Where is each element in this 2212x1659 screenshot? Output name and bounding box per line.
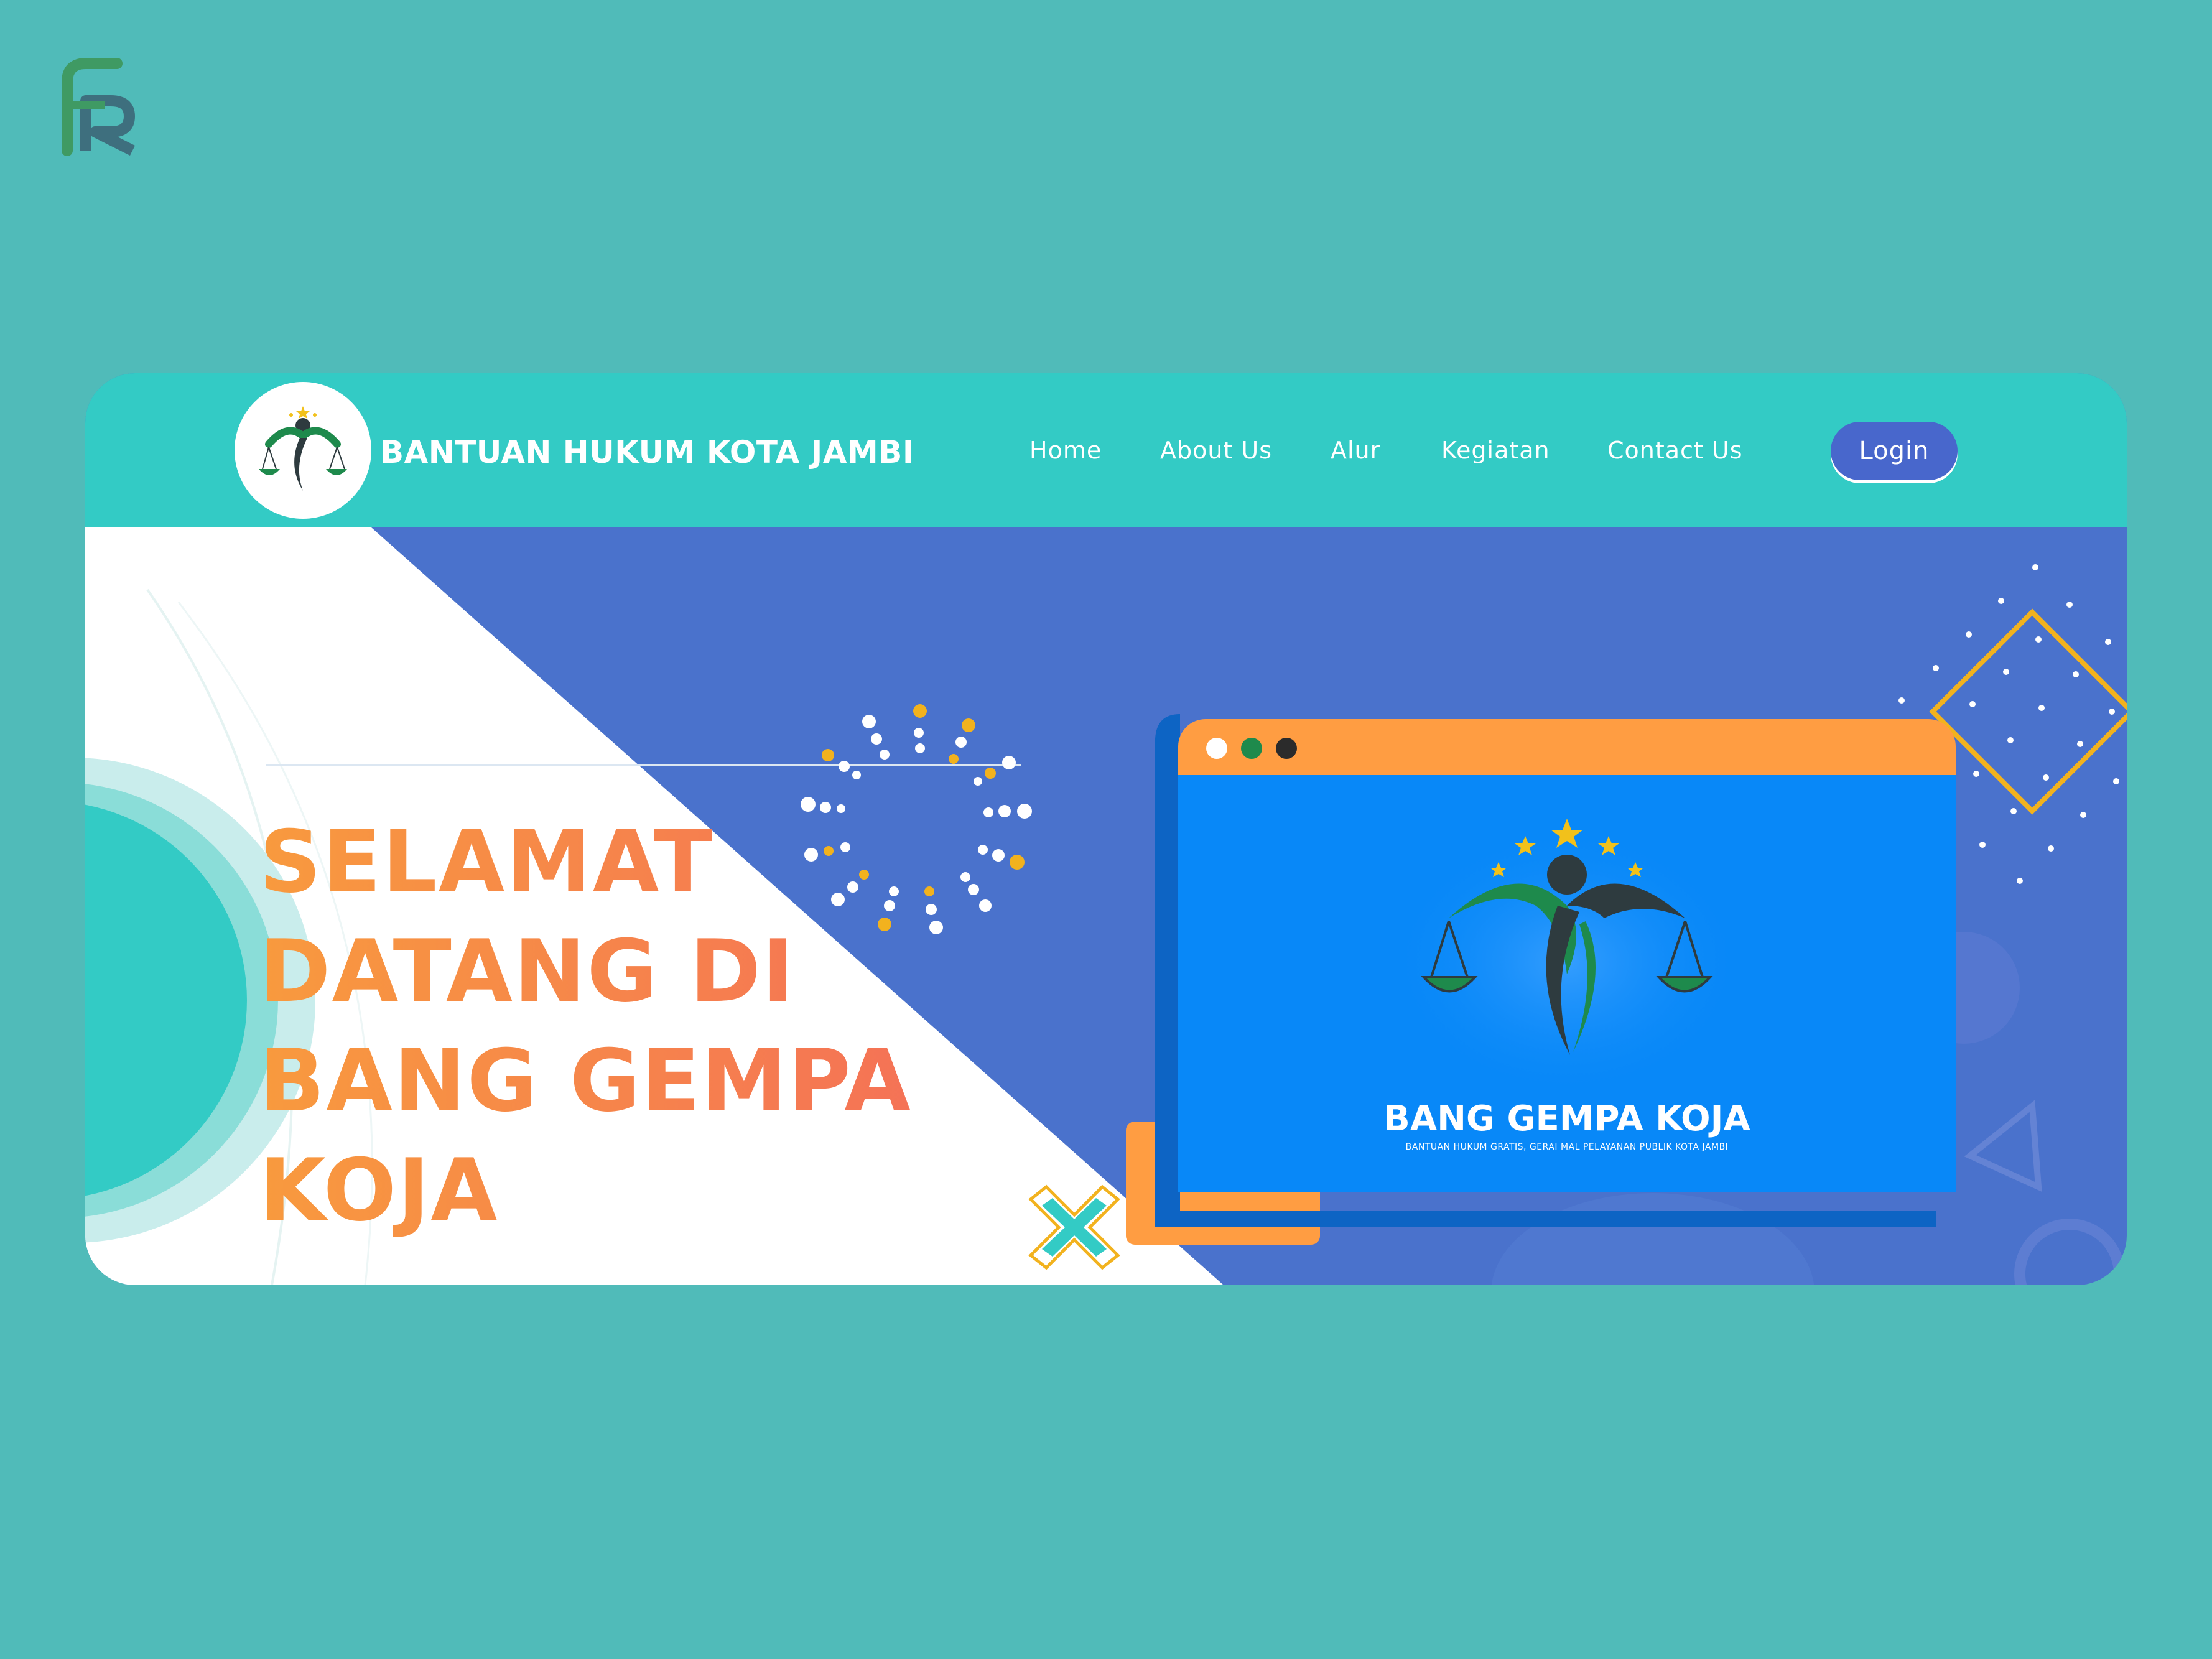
- nav-item-kegiatan[interactable]: Kegiatan: [1441, 437, 1550, 464]
- app-title: BANG GEMPA KOJA: [1383, 1099, 1750, 1139]
- window-dot-white: [1206, 738, 1227, 759]
- headline-line-1: SELAMAT: [259, 812, 713, 912]
- brand-title[interactable]: BANTUAN HUKUM KOTA JAMBI: [380, 434, 914, 470]
- browser-window-illustration: BANG GEMPA KOJA BANTUAN HUKUM GRATIS, GE…: [1178, 719, 1956, 1192]
- brand-logo[interactable]: [235, 382, 371, 519]
- nav-item-contact-us[interactable]: Contact Us: [1607, 437, 1743, 464]
- nav-item-about-us[interactable]: About Us: [1160, 437, 1272, 464]
- website-card: BANTUAN HUKUM KOTA JAMBI Home About Us A…: [85, 373, 2127, 1285]
- hero-section: SELAMAT DATANG DI BANG GEMPA KOJA BANG G…: [85, 527, 2127, 1285]
- bang-gempa-koja-logo-icon: [1387, 819, 1747, 1092]
- login-button[interactable]: Login: [1831, 422, 1958, 480]
- headline-line-4: KOJA: [259, 1140, 499, 1240]
- fr-monogram-logo: [62, 58, 136, 156]
- window-dot-green: [1241, 738, 1262, 759]
- nav-item-alur[interactable]: Alur: [1331, 437, 1380, 464]
- navbar: BANTUAN HUKUM KOTA JAMBI Home About Us A…: [85, 373, 2127, 527]
- hero-headline: SELAMAT DATANG DI BANG GEMPA KOJA: [259, 807, 1018, 1245]
- headline-line-3: BANG GEMPA: [259, 1031, 912, 1131]
- scales-of-justice-icon: [259, 406, 347, 491]
- headline-line-2: DATANG DI: [259, 921, 796, 1021]
- window-dot-dark: [1276, 738, 1297, 759]
- browser-title-bar: [1178, 719, 1956, 775]
- app-subtitle: BANTUAN HUKUM GRATIS, GERAI MAL PELAYANA…: [1405, 1142, 1729, 1152]
- browser-content: BANG GEMPA KOJA BANTUAN HUKUM GRATIS, GE…: [1178, 775, 1956, 1192]
- nav-item-home[interactable]: Home: [1029, 437, 1102, 464]
